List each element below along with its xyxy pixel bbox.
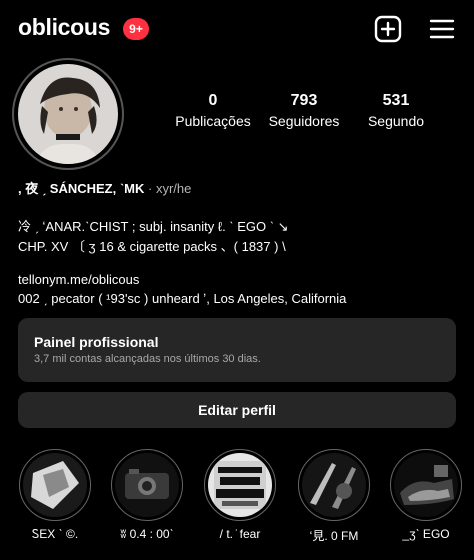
stat-following-count: 531 [382,92,410,109]
story-highlight[interactable]: ʻ見. 0 FM [296,449,372,544]
highlight-cover [23,453,87,517]
stat-following[interactable]: 531 Segundo [351,92,441,129]
highlight-cover [302,453,366,517]
professional-dashboard-subtitle: 3,7 mil contas alcançadas nos últimos 30… [34,353,261,365]
story-highlight[interactable]: _ʒˋ EGO [388,449,464,541]
highlight-cover [394,453,458,517]
hamburger-menu-icon [429,19,455,39]
menu-button[interactable] [428,15,456,43]
avatar-photo [18,64,118,164]
highlight-ring [390,449,462,521]
bio-line-1: 冷 ˏ ʻANAR.ˋCHIST ; subj. insanity ℓ. ˋ E… [18,219,289,234]
highlight-ring [298,449,370,521]
bio-line-3-text: 002 ˏ pecator ( ¹93'sc ) unheard ʼ, [18,291,210,306]
stat-following-label: Segundo [367,113,425,129]
bio-link[interactable]: tellonym.me/oblicous [18,272,139,287]
stat-followers[interactable]: 793 Seguidores [259,92,349,129]
top-bar: oblicous 9+ [0,0,474,58]
highlight-cover [208,453,272,517]
highlight-label: ʬ 0.4 : 00ˋ [120,527,174,541]
stat-posts-count: 0 [208,92,218,109]
highlight-ring [111,449,183,521]
plus-square-icon [374,15,402,43]
stat-followers-count: 793 [290,92,318,109]
highlight-label: / t. ̇ fear [219,527,261,541]
edit-profile-button[interactable]: Editar perfil [18,392,456,428]
stat-followers-label: Seguidores [268,113,340,129]
location-text: Los Angeles, California [213,291,347,306]
professional-dashboard-title: Painel profissional [34,334,159,350]
pronouns: · xyr/he [148,181,192,196]
highlight-label: _ʒˋ EGO [402,527,450,541]
stat-posts[interactable]: 0 Publicações [168,92,258,129]
display-name: , 夜 ˏ SÁNCHEZ, ˋMK [18,181,145,196]
highlight-label: ʻ見. 0 FM [309,529,359,543]
profile-username[interactable]: oblicous [18,14,110,41]
story-highlight[interactable]: / t. ̇ fear [202,449,278,541]
profile-avatar[interactable] [12,58,124,170]
new-post-button[interactable] [374,15,402,43]
bio-line-2: CHP. XV 〔 ʒ 16 & cigarette packs 、( 1837… [18,239,286,254]
notification-badge[interactable]: 9+ [123,18,149,40]
story-highlight[interactable]: ʬ 0.4 : 00ˋ [109,449,185,541]
highlight-ring [204,449,276,521]
bio-name-line: , 夜 ˏ SÁNCHEZ, ˋMK · xyr/he [18,178,191,197]
professional-dashboard-card[interactable]: Painel profissional 3,7 mil contas alcan… [18,318,456,382]
highlight-label: ᏚEX ˋ ©. [31,527,79,541]
highlight-ring [19,449,91,521]
bio-line-3: 002 ˏ pecator ( ¹93'sc ) unheard ʼ, Los … [18,291,346,306]
highlight-cover [115,453,179,517]
stat-posts-label: Publicações [175,113,251,129]
edit-profile-label: Editar perfil [198,402,276,418]
story-highlight[interactable]: ᏚEX ˋ ©. [17,449,93,542]
